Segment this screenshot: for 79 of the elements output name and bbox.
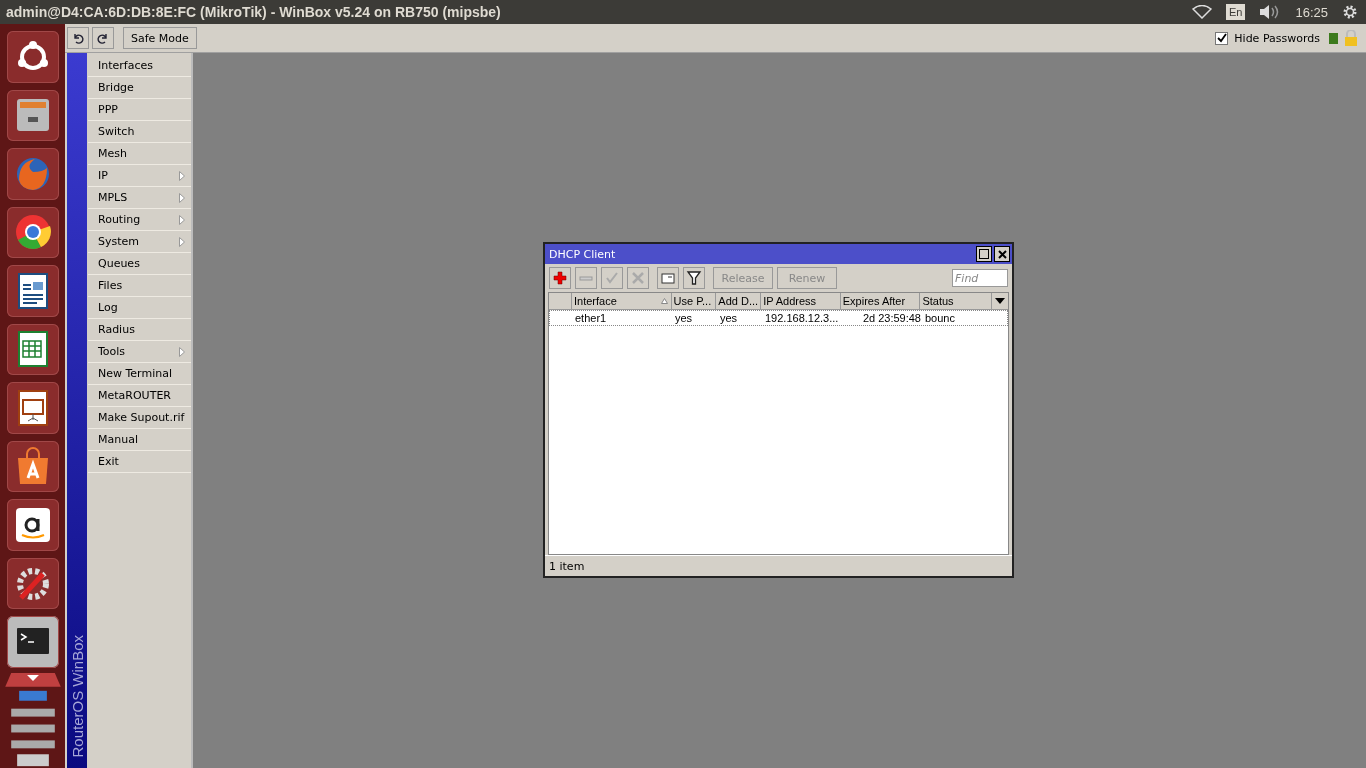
store-app-icon[interactable] [6,440,59,493]
cross-icon [630,270,646,286]
filter-button[interactable] [683,267,705,289]
submenu-arrow-icon [179,170,185,181]
safe-mode-button[interactable]: Safe Mode [123,27,197,49]
dialog-title: DHCP Client [549,247,616,261]
sidebar-item[interactable]: Routing [88,209,191,231]
tools-app-icon[interactable] [6,557,59,610]
plus-icon [552,270,568,286]
sidebar-item[interactable]: Exit [88,451,191,473]
sidebar-item[interactable]: MPLS [88,187,191,209]
sidebar-item[interactable]: Interfaces [88,55,191,77]
stacked-app-icons[interactable] [4,672,61,768]
impress-app-icon[interactable] [6,382,59,434]
sidebar-item[interactable]: Tools [88,341,191,363]
close-icon [997,249,1007,259]
note-icon [660,270,676,286]
caret-icon [995,298,1006,304]
table-cell-text: yes [719,311,739,325]
sidebar-item[interactable]: Make Supout.rif [88,407,191,429]
sidebar-item[interactable]: PPP [88,99,191,121]
item-count: 1 item [549,559,585,573]
column-header[interactable]: Add D... [716,293,762,309]
close-button[interactable] [994,246,1010,262]
column-header[interactable]: IP Address [761,293,841,309]
table-cell-text: 192.168.12.3... [764,311,840,325]
table-cell-text: yes [674,311,694,325]
table-cell-text: ether1 [574,311,608,325]
column-header[interactable]: Interface [572,293,672,309]
sidebar-item[interactable]: MetaROUTER [88,385,191,407]
writer-app-icon[interactable] [6,265,59,317]
submenu-arrow-icon [179,192,185,203]
add-button[interactable] [549,267,571,289]
sidebar-item[interactable]: New Terminal [88,363,191,385]
sidebar-item[interactable]: Queues [88,253,191,275]
redo-button[interactable] [92,27,114,49]
calc-app-icon[interactable] [6,323,59,376]
sidebar-item[interactable]: System [88,231,191,253]
submenu-arrow-icon [179,236,185,247]
sidebar-item[interactable]: Manual [88,429,191,451]
comment-button[interactable] [657,267,679,289]
sidebar-item[interactable]: Switch [88,121,191,143]
find-field[interactable]: Find [952,269,1008,287]
undo-button[interactable] [67,27,89,49]
power-gear-icon[interactable] [1342,4,1358,20]
status-led-icon [1329,32,1338,44]
redo-icon [97,32,109,44]
column-header[interactable]: Expires After [840,293,921,309]
amazon-app-icon[interactable] [6,499,59,551]
table-cell-text: 2d 23:59:48 [861,311,922,325]
submenu-arrow-icon [179,346,185,357]
chrome-app-icon[interactable] [6,206,59,259]
undo-icon [72,32,84,44]
table-cell-text: bounc [924,311,956,325]
sidebar-item[interactable]: Log [88,297,191,319]
cabinet-app-icon[interactable] [6,89,59,142]
wifi-icon[interactable] [1192,5,1212,19]
sidebar-item[interactable]: Bridge [88,77,191,99]
window-title: admin@D4:CA:6D:DB:8E:FC (MikroTik) - WinBox v5.24 on RB750 (mipsbe) [6,4,501,20]
column-header[interactable]: Status [920,293,993,309]
sidebar-item[interactable]: Radius [88,319,191,341]
brand-label: RouterOS WinBox [68,635,86,758]
fox-app-icon[interactable] [6,148,59,200]
keyboard-layout-indicator[interactable]: En [1226,4,1246,20]
sidebar-item[interactable]: Mesh [88,143,191,165]
terminal-app-icon[interactable] [6,616,59,668]
sidebar-item[interactable]: IP [88,165,191,187]
table-row[interactable]: ether1 yes yes 192.168.12.3... 2d 23:59:48 bounc [549,310,1008,326]
hide-passwords-label: Hide Passwords [1234,31,1320,45]
submenu-arrow-icon [179,214,185,225]
clock[interactable]: 16:25 [1295,4,1328,20]
column-header[interactable]: Use P... [671,293,717,309]
ubuntu-app-icon[interactable] [6,31,59,83]
filter-icon [686,270,702,286]
padlock-icon [1344,30,1358,46]
hide-passwords-checkbox[interactable] [1215,31,1229,45]
sidebar-item[interactable]: Files [88,275,191,297]
maximize-button[interactable] [976,246,992,262]
check-icon [604,270,620,286]
